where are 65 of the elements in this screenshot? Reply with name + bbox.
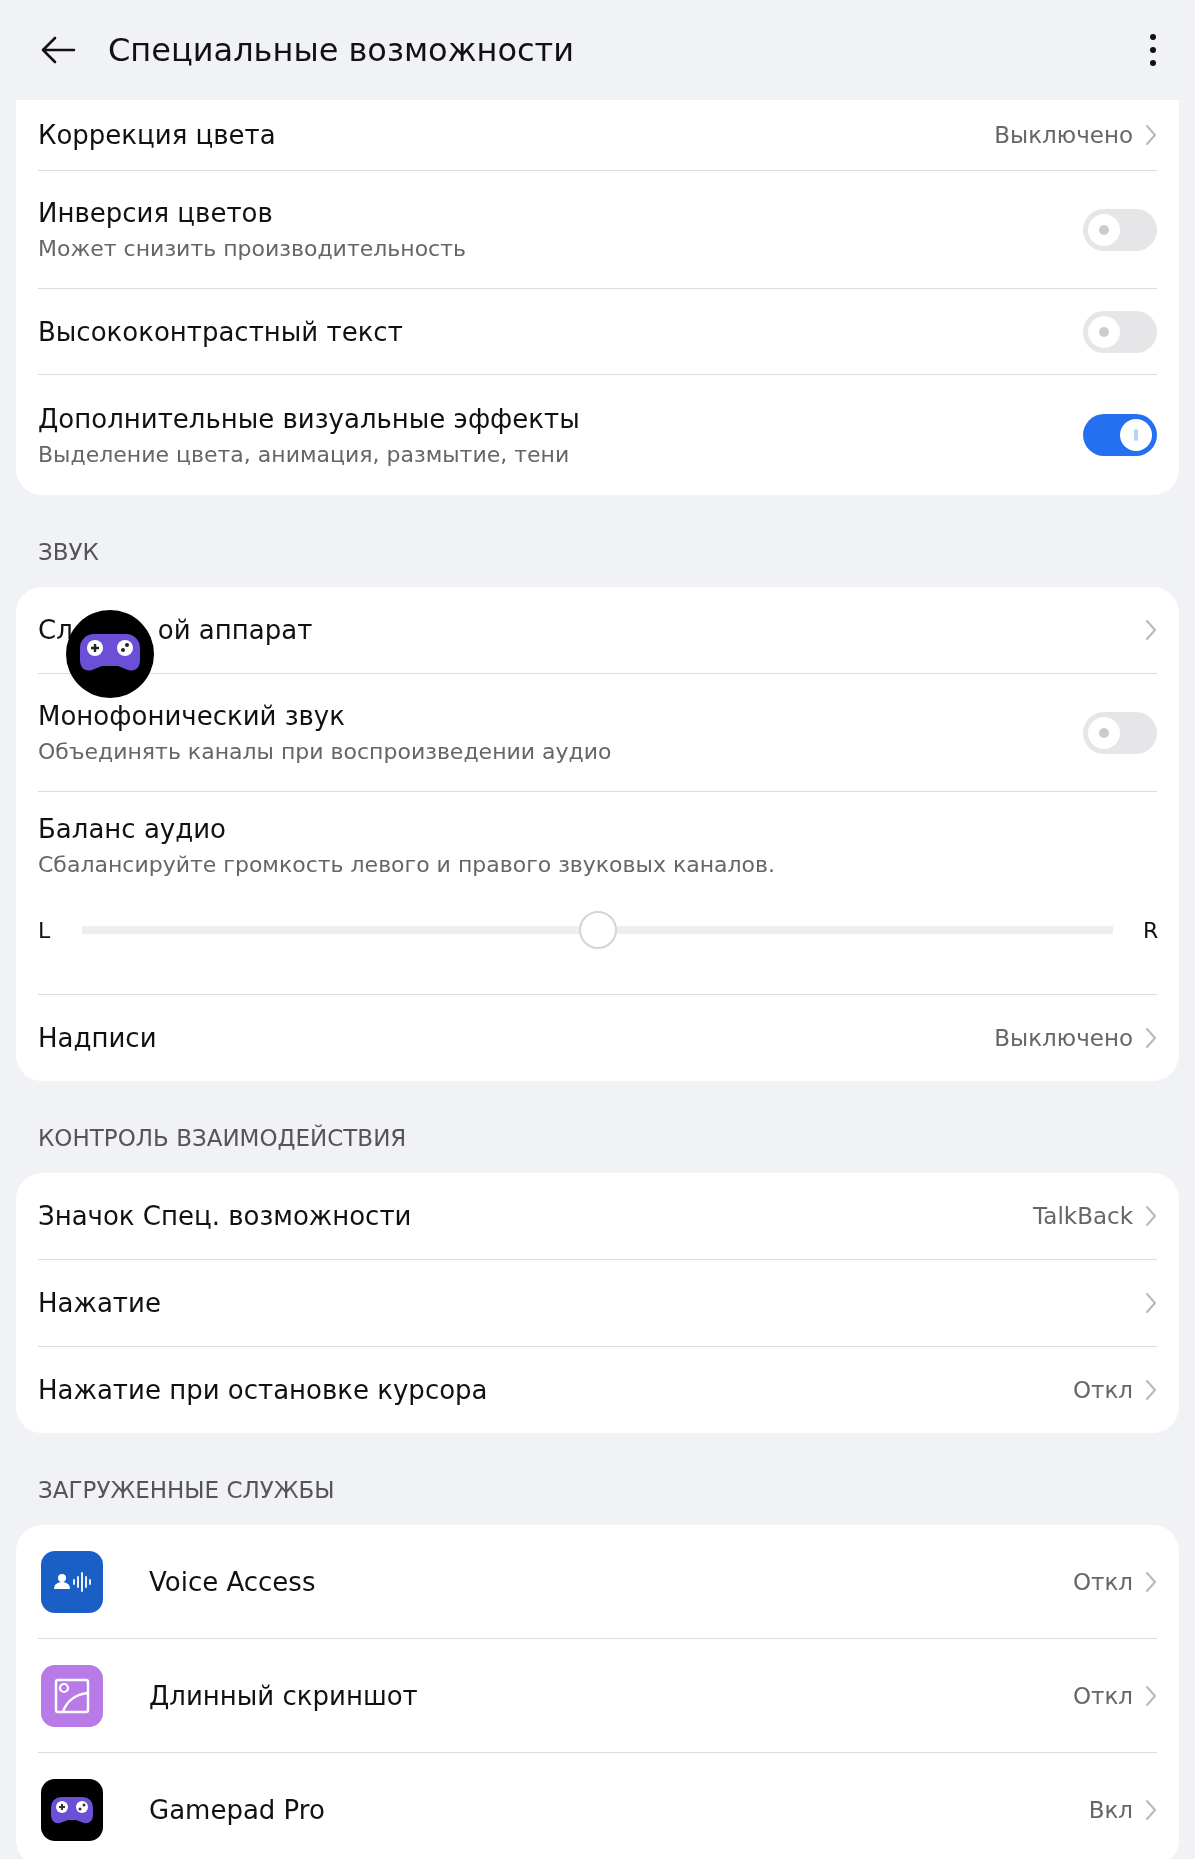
row-subtitle: Выделение цвета, анимация, размытие, тени (38, 441, 571, 467)
row-title: Надписи (38, 1023, 158, 1053)
settings-row[interactable]: Нажатие (38, 1260, 1157, 1346)
chevron-right-icon (1145, 1798, 1157, 1821)
chevron-right-icon (1145, 1379, 1157, 1401)
row-title: Значок Спец. возможности (38, 1201, 413, 1231)
settings-row[interactable]: Монофонический звук Объединять каналы при воспроизведении аудио (38, 674, 1157, 791)
settings-row[interactable]: Voice Access Откл (38, 1525, 1157, 1638)
row-title: Дополнительные визуальные эффекты (38, 403, 581, 434)
row-value: TalkBack (1033, 1203, 1133, 1229)
toggle-switch[interactable] (1083, 711, 1157, 754)
settings-row[interactable]: Надписи Выключено (38, 995, 1157, 1081)
row-value: Откл (1072, 1377, 1133, 1403)
section-heading: ЗАГРУЖЕННЫЕ СЛУЖБЫ (37, 1476, 336, 1505)
row-title: Коррекция цвета (38, 120, 277, 150)
row-title: Высококонтрастный текст (38, 316, 404, 347)
voice-app-icon (41, 1550, 103, 1613)
settings-row[interactable]: Значок Спец. возможности TalkBack (38, 1173, 1157, 1259)
gamepad-app-icon (41, 1778, 103, 1841)
settings-row[interactable]: Дополнительные визуальные эффекты Выделение цвета, анимация, размытие, тени (38, 375, 1157, 495)
chevron-right-icon (1145, 1205, 1157, 1227)
row-title: Voice Access (149, 1566, 317, 1597)
row-title: Нажатие при остановке курсора (38, 1375, 489, 1405)
section-heading: КОНТРОЛЬ ВЗАИМОДЕЙСТВИЯ (37, 1123, 408, 1153)
row-title: Сл (38, 615, 73, 645)
row-title: Баланс аудио (38, 814, 227, 844)
row-value: Выключено (994, 1025, 1133, 1051)
chevron-right-icon (1145, 1027, 1157, 1049)
settings-row[interactable]: Gamepad Pro Вкл (38, 1753, 1157, 1859)
toggle-switch[interactable] (1083, 310, 1157, 353)
row-value: Откл (1072, 1568, 1133, 1595)
chevron-right-icon (1145, 1684, 1157, 1707)
row-value: Выключено (994, 122, 1133, 148)
settings-row[interactable]: Коррекция цвета Выключено (38, 100, 1157, 170)
row-title: Инверсия цветов (38, 198, 274, 228)
row-subtitle: Объединять каналы при воспроизведении аудио (38, 739, 613, 764)
row-title: Длинный скриншот (149, 1680, 419, 1711)
row-subtitle: Может снизить производительность (38, 236, 467, 261)
chevron-right-icon (1145, 124, 1157, 146)
row-value: Вкл (1088, 1796, 1133, 1823)
chevron-right-icon (1145, 619, 1157, 641)
settings-row[interactable]: Нажатие при остановке курсора Откл (38, 1347, 1157, 1433)
settings-row[interactable]: Длинный скриншот Откл (38, 1639, 1157, 1752)
slider-label: L (38, 917, 52, 943)
settings-row[interactable]: Инверсия цветов Может снизить производительность (38, 171, 1157, 288)
chevron-right-icon (1145, 1570, 1157, 1593)
chevron-right-icon (1145, 1292, 1157, 1314)
row-title: Нажатие (38, 1288, 162, 1318)
section-heading: ЗВУК (37, 538, 100, 567)
slider-label: R (1143, 917, 1157, 943)
back-icon[interactable] (40, 35, 76, 65)
settings-row[interactable]: Баланс аудио Сбалансируйте громкость левого и правого звуковых каналов. L R (38, 792, 1157, 994)
toggle-switch[interactable] (1083, 414, 1157, 456)
row-subtitle: Сбалансируйте громкость левого и правого звуковых каналов. (38, 852, 777, 877)
page-title: Специальные возможности (108, 31, 576, 69)
row-title: ой аппарат (157, 615, 313, 645)
image-app-icon (41, 1664, 103, 1727)
toggle-switch[interactable] (1083, 208, 1157, 251)
row-title: Gamepad Pro (149, 1794, 326, 1825)
more-icon[interactable] (1149, 33, 1157, 67)
settings-row[interactable]: Высококонтрастный текст (38, 289, 1157, 374)
row-title: Монофонический звук (38, 701, 346, 731)
settings-row[interactable]: Сл ой аппарат (38, 587, 1157, 673)
row-value: Откл (1072, 1682, 1133, 1709)
slider-thumb[interactable] (578, 911, 617, 949)
